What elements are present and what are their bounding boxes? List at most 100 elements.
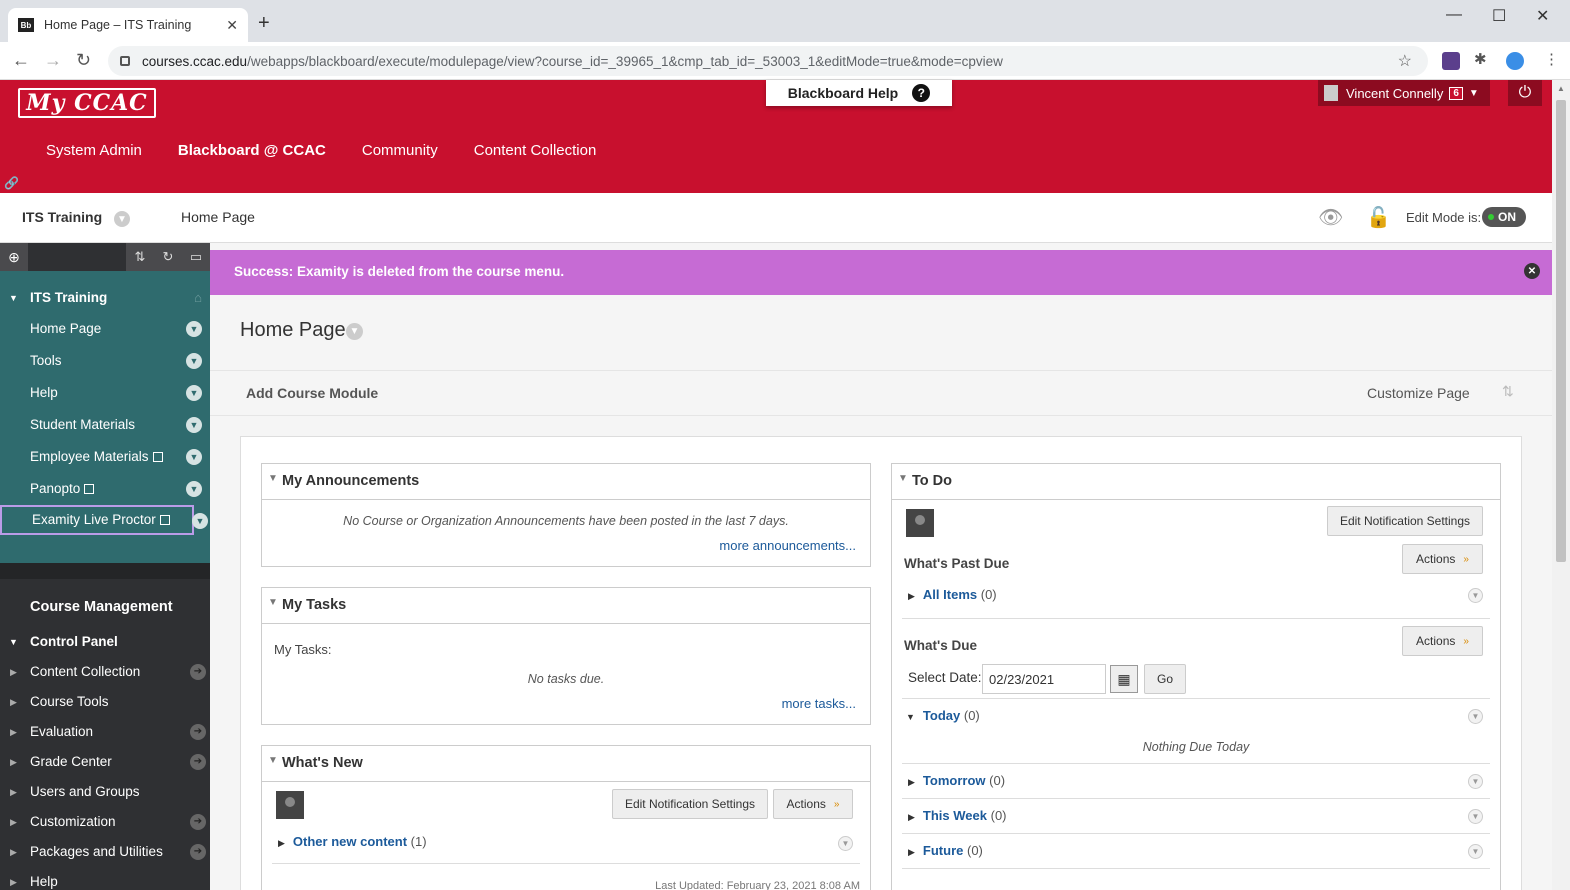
chevron-down-icon[interactable]: ▼ [192, 513, 208, 529]
row-label[interactable]: Future [923, 843, 963, 858]
extension-icon[interactable] [1442, 52, 1460, 70]
collapse-triangle-icon[interactable]: ▼ [268, 473, 278, 484]
more-announcements-link[interactable]: more announcements... [719, 538, 856, 553]
customize-page-button[interactable]: Customize Page [1367, 385, 1470, 401]
nav-system-admin[interactable]: System Admin [46, 142, 142, 159]
chevron-down-icon[interactable]: ▼ [838, 836, 853, 851]
chevron-down-icon[interactable]: ▼ [186, 449, 202, 465]
this-week-row[interactable]: ▶ This Week (0) [908, 808, 1007, 823]
edit-notification-settings-button[interactable]: Edit Notification Settings [612, 789, 768, 819]
row-label[interactable]: All Items [923, 587, 977, 602]
maximize-icon[interactable]: ☐ [1492, 6, 1506, 26]
chevron-down-icon[interactable]: ▼ [186, 481, 202, 497]
url-field[interactable]: courses.ccac.edu/webapps/blackboard/exec… [108, 46, 1428, 76]
collapse-triangle-icon[interactable]: ▼ [898, 473, 908, 484]
chevron-down-icon[interactable]: ▼ [186, 385, 202, 401]
row-label[interactable]: This Week [923, 808, 987, 823]
chevron-down-icon[interactable]: ▼ [1468, 774, 1483, 789]
sidebar-item-panopto[interactable]: Panopto ▼ [0, 473, 210, 505]
cp-item-packages-and-utilities[interactable]: ▶ Packages and Utilities ➔ [0, 837, 210, 867]
logout-power-icon[interactable]: ⏻ [1508, 80, 1542, 106]
sidebar-item-employee-materials[interactable]: Employee Materials ▼ [0, 441, 210, 473]
edit-notification-settings-button[interactable]: Edit Notification Settings [1327, 506, 1483, 536]
profile-icon[interactable] [1506, 52, 1524, 70]
chevron-down-icon[interactable]: ▼ [1468, 588, 1483, 603]
actions-button[interactable]: Actions » [1402, 544, 1483, 574]
sidebar-item-help[interactable]: Help ▼ [0, 377, 210, 409]
cp-item-grade-center[interactable]: ▶ Grade Center ➔ [0, 747, 210, 777]
today-row[interactable]: ▼ Today (0) [906, 708, 980, 723]
arrow-right-icon[interactable]: ➔ [190, 844, 206, 860]
page-scrollbar[interactable]: ▲ [1552, 80, 1570, 890]
chrome-menu-icon[interactable]: ⋮ [1544, 50, 1559, 68]
chevron-down-icon[interactable]: ▼ [346, 323, 363, 340]
close-tab-icon[interactable]: ✕ [226, 17, 238, 34]
reload-icon[interactable]: ↻ [76, 50, 91, 71]
cp-item-course-tools[interactable]: ▶ Course Tools [0, 687, 210, 717]
back-icon[interactable]: ← [12, 50, 30, 71]
bookmark-star-icon[interactable]: ☆ [1398, 51, 1412, 71]
student-preview-icon[interactable]: 👁 [1318, 205, 1343, 230]
calendar-icon[interactable]: ▦ [1110, 665, 1138, 693]
blackboard-help-button[interactable]: Blackboard Help ? [766, 80, 952, 106]
puzzle-icon[interactable]: ✱ [1474, 50, 1487, 68]
row-label[interactable]: Today [923, 708, 960, 723]
row-label[interactable]: Other new content [293, 834, 407, 849]
chevron-down-icon[interactable]: ▼ [186, 417, 202, 433]
chevron-down-icon[interactable]: ▼ [186, 321, 202, 337]
minimize-icon[interactable]: — [1446, 6, 1462, 24]
sidebar-item-tools[interactable]: Tools ▼ [0, 345, 210, 377]
folder-icon[interactable]: ▭ [182, 249, 210, 265]
cp-item-help[interactable]: ▶ Help [0, 867, 210, 890]
other-new-content-row[interactable]: ▶ Other new content (1) [278, 834, 427, 849]
add-menu-item-icon[interactable]: ⊕ [0, 249, 28, 266]
sidebar-item-student-materials[interactable]: Student Materials ▼ [0, 409, 210, 441]
date-input[interactable] [982, 664, 1106, 694]
arrow-right-icon[interactable]: ➔ [190, 664, 206, 680]
tomorrow-row[interactable]: ▶ Tomorrow (0) [908, 773, 1005, 788]
lock-status-icon[interactable]: 🔓 [1366, 205, 1391, 230]
cp-item-evaluation[interactable]: ▶ Evaluation ➔ [0, 717, 210, 747]
cp-item-customization[interactable]: ▶ Customization ➔ [0, 807, 210, 837]
actions-button[interactable]: Actions » [1402, 626, 1483, 656]
arrow-right-icon[interactable]: ➔ [190, 754, 206, 770]
breadcrumb-course[interactable]: ITS Training [22, 209, 102, 225]
user-menu[interactable]: Vincent Connelly 6 ▼ [1318, 80, 1490, 106]
chevron-down-icon[interactable]: ▼ [1468, 844, 1483, 859]
edit-mode-toggle[interactable]: ON [1482, 207, 1526, 227]
nav-community[interactable]: Community [362, 142, 438, 159]
refresh-icon[interactable]: ↻ [154, 249, 182, 265]
nav-content-collection[interactable]: Content Collection [474, 142, 597, 159]
chevron-down-icon[interactable]: ▼ [1468, 709, 1483, 724]
arrow-right-icon[interactable]: ➔ [190, 814, 206, 830]
more-tasks-link[interactable]: more tasks... [782, 696, 856, 711]
cp-item-users-and-groups[interactable]: ▶ Users and Groups [0, 777, 210, 807]
control-panel-heading[interactable]: ▼ Control Panel [0, 627, 210, 657]
row-label[interactable]: Tomorrow [923, 773, 986, 788]
close-window-icon[interactable]: ✕ [1536, 6, 1549, 26]
chevron-down-icon[interactable]: ▼ [114, 211, 130, 227]
actions-button[interactable]: Actions » [773, 789, 853, 819]
course-menu-title[interactable]: ▼ ITS Training ⌂ [0, 283, 210, 313]
browser-tab[interactable]: Bb Home Page – ITS Training ✕ [8, 8, 248, 42]
cp-item-content-collection[interactable]: ▶ Content Collection ➔ [0, 657, 210, 687]
forward-icon[interactable]: → [44, 50, 62, 71]
all-items-row[interactable]: ▶ All Items (0) [908, 587, 997, 602]
collapse-triangle-icon[interactable]: ▼ [268, 597, 278, 608]
add-course-module-button[interactable]: Add Course Module [246, 385, 378, 401]
chevron-down-icon[interactable]: ▼ [1468, 809, 1483, 824]
sidebar-item-examity-live-proctor[interactable]: Examity Live Proctor ▼ [0, 505, 208, 535]
nav-blackboard-ccac[interactable]: Blackboard @ CCAC [178, 142, 326, 159]
future-row[interactable]: ▶ Future (0) [908, 843, 983, 858]
scroll-up-icon[interactable]: ▲ [1557, 84, 1565, 93]
chevron-down-icon[interactable]: ▼ [186, 353, 202, 369]
go-button[interactable]: Go [1144, 664, 1186, 694]
scrollbar-thumb[interactable] [1556, 100, 1566, 562]
reorder-icon[interactable]: ⇅ [126, 249, 154, 265]
new-tab-button[interactable]: + [258, 12, 270, 35]
reorder-icon[interactable]: ⇅ [1502, 383, 1514, 400]
collapse-triangle-icon[interactable]: ▼ [268, 755, 278, 766]
close-icon[interactable]: ✕ [1524, 263, 1540, 279]
arrow-right-icon[interactable]: ➔ [190, 724, 206, 740]
link-icon[interactable]: 🔗 [4, 176, 19, 190]
